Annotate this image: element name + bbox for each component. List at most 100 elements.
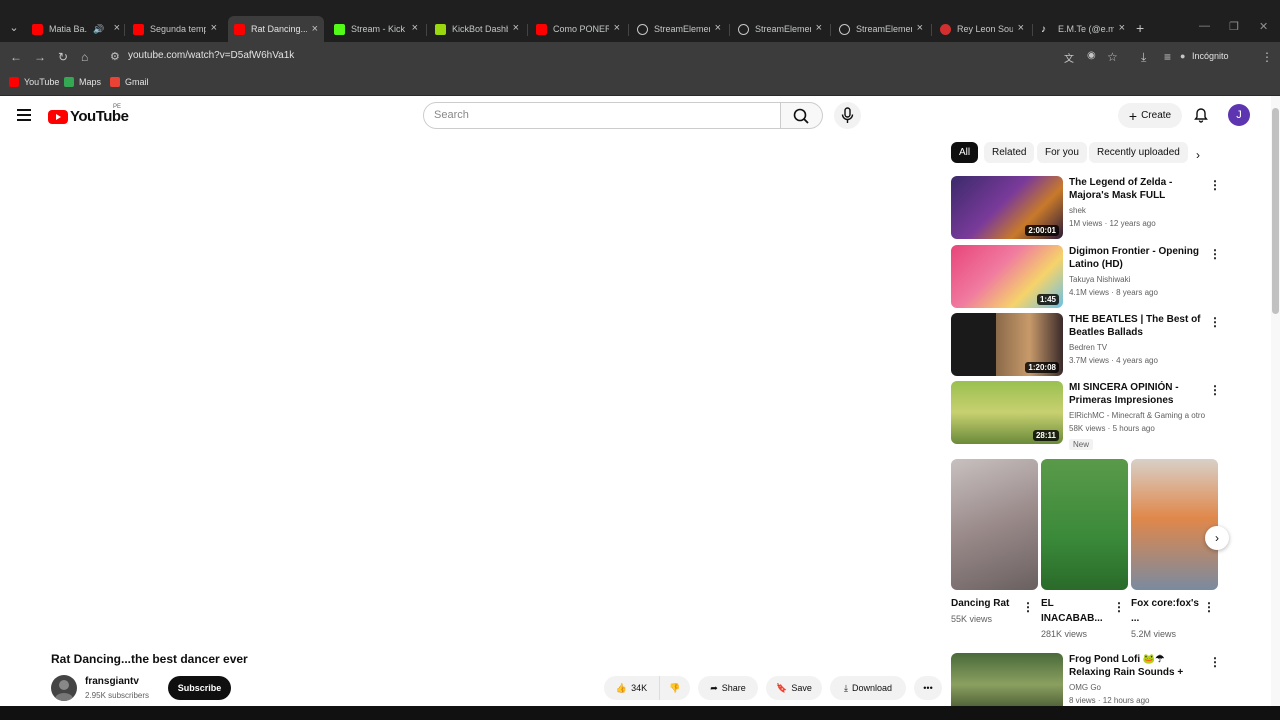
youtube-icon [32, 23, 43, 35]
browser-tab[interactable]: KickBot Dashb × [435, 20, 519, 38]
incognito-label[interactable]: Incógnito [1192, 51, 1229, 61]
short-title[interactable]: Dancing Rat [951, 596, 1021, 611]
forward-arrow-icon[interactable]: → [34, 50, 46, 64]
subscribe-button[interactable]: Subscribe [168, 676, 231, 700]
country-code: PE [113, 104, 122, 110]
recommendation-item[interactable]: 2:00:01 The Legend of Zelda - Majora's M… [951, 176, 1221, 239]
site-info-tune-icon[interactable]: ⚙ [110, 50, 120, 63]
more-options-icon[interactable]: ⋮ [1209, 247, 1221, 261]
dislike-button[interactable]: 👎 [660, 676, 690, 700]
more-options-icon[interactable]: ⋮ [1113, 600, 1125, 614]
bookmark-youtube[interactable]: YouTube [9, 77, 59, 87]
minimize-icon[interactable]: — [1199, 20, 1210, 32]
close-tab-icon[interactable]: × [412, 22, 418, 34]
media-control-icon[interactable]: ≡ [1164, 50, 1171, 64]
close-tab-icon[interactable]: × [312, 23, 318, 35]
back-arrow-icon[interactable]: ← [10, 50, 22, 64]
short-title[interactable]: EL INACABAB... [1041, 596, 1111, 626]
microphone-icon [841, 107, 854, 123]
chip-recently-uploaded[interactable]: Recently uploaded [1089, 142, 1188, 163]
video-thumbnail[interactable]: 1:20:08 [951, 313, 1063, 376]
video-thumbnail[interactable]: 28:11 [951, 381, 1063, 444]
tiktok-icon: ♪ [1041, 23, 1046, 35]
bookmark-star-icon[interactable]: ☆ [1107, 50, 1118, 64]
recommendation-item[interactable]: 28:11 MI SINCERA OPINIÓN - Primeras Impr… [951, 381, 1221, 461]
speaker-icon[interactable]: 🔊 [93, 24, 104, 35]
channel-avatar[interactable] [51, 675, 77, 701]
search-input[interactable]: Search [423, 102, 781, 129]
browser-tab[interactable]: Rey Leon Sour × [940, 20, 1024, 38]
bookmark-maps[interactable]: Maps [64, 77, 101, 87]
close-window-icon[interactable]: ✕ [1259, 20, 1268, 33]
save-button[interactable]: 🔖 Save [766, 676, 822, 700]
kick-icon [334, 23, 345, 35]
browser-tab[interactable]: StreamElement × [738, 20, 822, 38]
maximize-icon[interactable]: ❐ [1229, 20, 1239, 33]
video-thumbnail[interactable]: 1:45 [951, 245, 1063, 308]
more-options-icon[interactable]: ⋮ [1209, 383, 1221, 397]
home-icon[interactable]: ⌂ [81, 50, 88, 64]
more-options-icon[interactable]: ⋮ [1203, 600, 1215, 614]
recommendation-item[interactable]: 1:45 Digimon Frontier - Opening Latino (… [951, 245, 1221, 308]
more-options-icon[interactable]: ⋮ [1209, 655, 1221, 669]
bookmarks-bar: YouTube Maps Gmail [0, 72, 1280, 96]
browser-tab[interactable]: ♪ E.M.Te (@e.m × [1041, 20, 1125, 38]
browser-menu-icon[interactable]: ⋮ [1261, 50, 1273, 64]
close-tab-icon[interactable]: × [1119, 22, 1125, 34]
channel-name[interactable]: fransgiantv [85, 676, 139, 687]
close-tab-icon[interactable]: × [1018, 22, 1024, 34]
short-thumbnail[interactable] [951, 459, 1038, 590]
shorts-next-chevron-icon[interactable]: › [1205, 526, 1229, 550]
browser-tab[interactable]: StreamElemen × [839, 20, 923, 38]
browser-tab[interactable]: Como PONER × [536, 20, 620, 38]
create-button[interactable]: + Create [1118, 103, 1182, 128]
more-options-icon[interactable]: ⋮ [1209, 178, 1221, 192]
download-icon[interactable]: ⤓ [1141, 50, 1146, 65]
short-thumbnail[interactable] [1041, 459, 1128, 590]
notifications-bell-icon[interactable] [1193, 107, 1209, 123]
new-tab-plus-icon[interactable]: + [1136, 20, 1144, 36]
close-tab-icon[interactable]: × [917, 22, 923, 34]
search-button[interactable] [781, 102, 823, 129]
recommendation-item[interactable]: 1:20:08 THE BEATLES | The Best of Beatle… [951, 313, 1221, 376]
more-options-icon[interactable]: ⋮ [1022, 600, 1034, 614]
like-button[interactable]: 👍 34K [604, 676, 660, 700]
browser-tab[interactable]: Matia Ba... 🔊 × [32, 20, 120, 38]
guide-menu-icon[interactable] [17, 109, 31, 121]
eye-slash-icon[interactable]: ◉ [1087, 50, 1096, 61]
address-bar-url[interactable]: youtube.com/watch?v=D5afW6hVa1k [128, 50, 294, 61]
chip-all[interactable]: All [951, 142, 979, 163]
subscriber-count: 2.95K subscribers [85, 691, 150, 700]
bookmark-gmail[interactable]: Gmail [110, 77, 149, 87]
chevron-right-icon[interactable]: › [1196, 148, 1200, 162]
youtube-icon [536, 23, 547, 35]
recommendation-item[interactable]: Frog Pond Lofi 🐸☂ Relaxing Rain Sounds +… [951, 653, 1221, 706]
chip-related[interactable]: Related [984, 142, 1035, 163]
browser-tab[interactable]: Stream - Kick × [334, 20, 418, 38]
video-thumbnail[interactable]: 2:00:01 [951, 176, 1063, 239]
voice-search-button[interactable] [834, 102, 861, 129]
close-tab-icon[interactable]: × [114, 22, 120, 34]
close-tab-icon[interactable]: × [211, 22, 217, 34]
browser-tab-active[interactable]: Rat Dancing...th × [228, 16, 324, 42]
close-tab-icon[interactable]: × [715, 22, 721, 34]
share-button[interactable]: ➦ Share [698, 676, 758, 700]
browser-tab[interactable]: StreamElement × [637, 20, 721, 38]
video-thumbnail[interactable] [951, 653, 1063, 706]
more-actions-button[interactable]: ••• [914, 676, 942, 700]
scrollbar-thumb[interactable] [1272, 108, 1279, 314]
tab-search-chevron-icon[interactable]: ⌄ [6, 20, 22, 36]
more-options-icon[interactable]: ⋮ [1209, 315, 1221, 329]
close-tab-icon[interactable]: × [816, 22, 822, 34]
account-avatar[interactable]: J [1228, 104, 1250, 126]
close-tab-icon[interactable]: × [513, 22, 519, 34]
translate-icon[interactable]: 文 [1064, 50, 1074, 65]
close-tab-icon[interactable]: × [614, 22, 620, 34]
browser-tab[interactable]: Segunda temp × [133, 20, 217, 38]
download-button[interactable]: ⤓ Download [830, 676, 906, 700]
reload-icon[interactable]: ↻ [58, 50, 68, 64]
chip-for-you[interactable]: For you [1037, 142, 1087, 163]
short-thumbnail[interactable] [1131, 459, 1218, 590]
youtube-logo[interactable]: YouTube [48, 108, 129, 125]
short-title[interactable]: Fox core:fox's ... [1131, 596, 1201, 626]
